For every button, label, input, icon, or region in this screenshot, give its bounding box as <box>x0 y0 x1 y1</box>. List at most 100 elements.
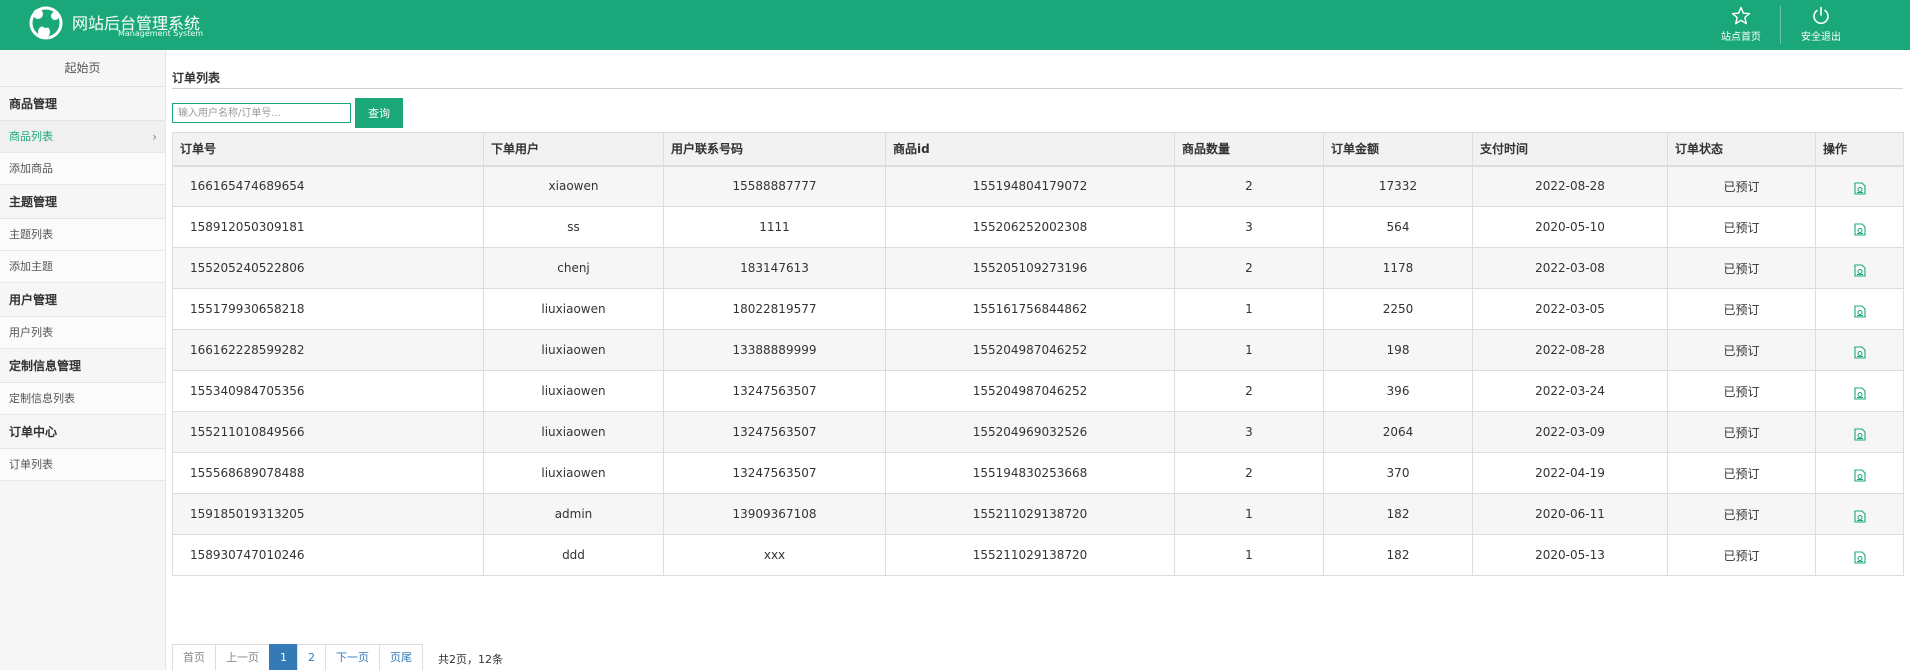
action-cell <box>1815 534 1904 576</box>
table-row: 166162228599282 liuxiaowen 13388889999 1552… <box>172 329 1904 371</box>
action-cell <box>1815 329 1904 371</box>
sidebar-item-product-list[interactable]: 商品列表 › <box>0 121 165 153</box>
table-cell: 1 <box>1174 534 1324 576</box>
pagination-info: 共2页，12条 <box>438 653 503 666</box>
sidebar-home[interactable]: 起始页 <box>0 50 165 87</box>
pagination-page-1[interactable]: 1 <box>269 644 298 670</box>
table-cell: 155194804179072 <box>885 165 1175 207</box>
sidebar-group-products: 商品管理 <box>0 87 165 121</box>
table-cell: 155568689078488 <box>172 452 484 494</box>
edit-doc-icon[interactable] <box>1853 427 1866 441</box>
table-cell: 13388889999 <box>663 329 886 371</box>
table-cell: 13909367108 <box>663 493 886 535</box>
table-cell: 155194830253668 <box>885 452 1175 494</box>
site-home-button[interactable]: 站点首页 <box>1706 4 1776 46</box>
table-cell: xxx <box>663 534 886 576</box>
edit-doc-icon[interactable] <box>1853 386 1866 400</box>
table-cell: 已预订 <box>1667 534 1816 576</box>
table-cell: 2 <box>1174 247 1324 289</box>
action-cell <box>1815 206 1904 248</box>
pagination-page-2[interactable]: 2 <box>297 644 326 670</box>
table-cell: 396 <box>1323 370 1473 412</box>
table-cell: 158930747010246 <box>172 534 484 576</box>
action-cell <box>1815 452 1904 494</box>
table-cell: 18022819577 <box>663 288 886 330</box>
table-cell: 2022-08-28 <box>1472 329 1668 371</box>
table-cell: 已预订 <box>1667 247 1816 289</box>
table-cell: 155204987046252 <box>885 370 1175 412</box>
sidebar-item-custom-info-list[interactable]: 定制信息列表 <box>0 383 165 415</box>
column-header: 商品数量 <box>1174 132 1324 167</box>
table-cell: ss <box>483 206 664 248</box>
table-row: 166165474689654 xiaowen 15588887777 1551948… <box>172 165 1904 207</box>
table-cell: 2020-05-13 <box>1472 534 1668 576</box>
table-cell: 已预订 <box>1667 452 1816 494</box>
table-cell: 155340984705356 <box>172 370 484 412</box>
sidebar: 起始页 商品管理 商品列表 › 添加商品 主题管理 主题列表 添加主题 用户管理… <box>0 50 166 670</box>
table-cell: 17332 <box>1323 165 1473 207</box>
sidebar-item-add-theme[interactable]: 添加主题 <box>0 251 165 283</box>
table-row: 159185019313205 admin 13909367108 155211029… <box>172 493 1904 535</box>
table-cell: 155205109273196 <box>885 247 1175 289</box>
table-row: 158930747010246 ddd xxx 155211029138720 1 182… <box>172 534 1904 576</box>
search-input[interactable] <box>172 103 351 123</box>
edit-doc-icon[interactable] <box>1853 345 1866 359</box>
table-cell: 155204987046252 <box>885 329 1175 371</box>
orders-table: 订单号 下单用户 用户联系号码 商品id 商品数量 订单金额 支付时间 订单状态… <box>172 132 1904 576</box>
table-cell: xiaowen <box>483 165 664 207</box>
top-header: 网站后台管理系统 Management System 站点首页 安全退出 <box>0 0 1910 50</box>
sidebar-item-theme-list[interactable]: 主题列表 <box>0 219 165 251</box>
sidebar-item-label: 商品列表 <box>9 130 53 143</box>
pagination-next[interactable]: 下一页 <box>325 644 380 670</box>
edit-doc-icon[interactable] <box>1853 509 1866 523</box>
column-header: 商品id <box>885 132 1175 167</box>
logo-icon <box>29 6 63 40</box>
edit-doc-icon[interactable] <box>1853 304 1866 318</box>
title-divider <box>172 88 1903 89</box>
table-cell: 15588887777 <box>663 165 886 207</box>
table-cell: 1 <box>1174 288 1324 330</box>
search-button[interactable]: 查询 <box>355 98 403 128</box>
pagination-first[interactable]: 首页 <box>172 644 216 670</box>
action-cell <box>1815 165 1904 207</box>
action-cell <box>1815 411 1904 453</box>
table-cell: 3 <box>1174 411 1324 453</box>
table-cell: admin <box>483 493 664 535</box>
pagination-prev[interactable]: 上一页 <box>215 644 270 670</box>
pagination: 首页 上一页 1 2 下一页 页尾 <box>172 644 423 670</box>
edit-doc-icon[interactable] <box>1853 222 1866 236</box>
brand-subtitle: Management System <box>118 29 204 38</box>
logout-label: 安全退出 <box>1801 32 1841 43</box>
table-cell: 13247563507 <box>663 452 886 494</box>
sidebar-item-add-product[interactable]: 添加商品 <box>0 153 165 185</box>
star-icon <box>1731 6 1751 25</box>
action-cell <box>1815 370 1904 412</box>
table-cell: 182 <box>1323 493 1473 535</box>
edit-doc-icon[interactable] <box>1853 263 1866 277</box>
power-icon <box>1813 6 1829 24</box>
table-cell: 2 <box>1174 452 1324 494</box>
table-cell: 158912050309181 <box>172 206 484 248</box>
table-cell: 2020-05-10 <box>1472 206 1668 248</box>
edit-doc-icon[interactable] <box>1853 550 1866 564</box>
edit-doc-icon[interactable] <box>1853 182 1866 195</box>
table-cell: 已预订 <box>1667 493 1816 535</box>
table-cell: 2022-03-08 <box>1472 247 1668 289</box>
table-row: 155568689078488 liuxiaowen 13247563507 1551… <box>172 452 1904 494</box>
pagination-last[interactable]: 页尾 <box>379 644 423 670</box>
table-row: 155211010849566 liuxiaowen 13247563507 1552… <box>172 411 1904 453</box>
table-cell: 155206252002308 <box>885 206 1175 248</box>
table-cell: 2250 <box>1323 288 1473 330</box>
table-cell: chenj <box>483 247 664 289</box>
column-header: 订单金额 <box>1323 132 1473 167</box>
action-cell <box>1815 493 1904 535</box>
column-header: 用户联系号码 <box>663 132 886 167</box>
sidebar-item-order-list[interactable]: 订单列表 <box>0 449 165 481</box>
table-cell: 2 <box>1174 370 1324 412</box>
table-cell: 166162228599282 <box>172 329 484 371</box>
sidebar-item-user-list[interactable]: 用户列表 <box>0 317 165 349</box>
logout-button[interactable]: 安全退出 <box>1786 4 1856 46</box>
table-cell: 155161756844862 <box>885 288 1175 330</box>
edit-doc-icon[interactable] <box>1853 468 1866 482</box>
sidebar-group-custom-info: 定制信息管理 <box>0 349 165 383</box>
